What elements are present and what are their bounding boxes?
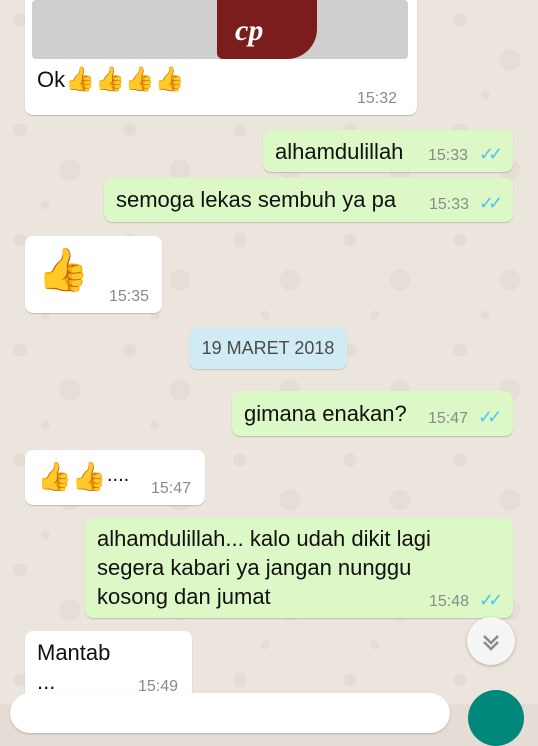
photo-bottle: cp bbox=[217, 0, 317, 59]
date-separator: 19 MARET 2018 bbox=[189, 327, 347, 369]
message-bubble-outgoing[interactable]: alhamdulillah... kalo udah dikit lagi se… bbox=[85, 518, 513, 618]
message-bubble-outgoing[interactable]: gimana enakan? 15:47 ✓✓ bbox=[232, 391, 513, 436]
message-time: 15:32 bbox=[357, 90, 398, 107]
message-bubble-outgoing[interactable]: semoga lekas sembuh ya pa 15:33 ✓✓ bbox=[104, 178, 513, 222]
message-text: Mantab bbox=[37, 640, 111, 665]
message-text: semoga lekas sembuh ya pa bbox=[116, 187, 397, 212]
thumbs-up-emoji: 👍 bbox=[37, 246, 90, 293]
double-check-icon: ✓✓ bbox=[478, 407, 502, 427]
message-bubble-incoming[interactable]: 👍👍 .... 15:47 bbox=[25, 450, 205, 505]
send-button[interactable] bbox=[468, 690, 524, 746]
message-bubble-incoming[interactable]: cp Ok👍👍👍👍 15:32 bbox=[25, 0, 417, 115]
message-text: Ok bbox=[37, 67, 66, 92]
message-text: gimana enakan? bbox=[244, 401, 407, 426]
photo-label-text: cp bbox=[235, 14, 264, 47]
scroll-to-bottom-button[interactable] bbox=[467, 617, 515, 665]
double-check-icon: ✓✓ bbox=[479, 590, 503, 610]
message-bubble-outgoing[interactable]: alhamdulillah 15:33 ✓✓ bbox=[263, 130, 513, 172]
message-photo[interactable]: cp bbox=[32, 0, 408, 59]
thumbs-up-emoji: 👍👍👍👍 bbox=[65, 66, 185, 93]
message-time: 15:35 bbox=[109, 288, 150, 305]
double-check-icon: ✓✓ bbox=[479, 193, 503, 213]
message-time: 15:33 bbox=[428, 147, 469, 164]
message-bubble-incoming[interactable]: 👍 15:35 bbox=[25, 236, 162, 313]
message-time: 15:47 bbox=[151, 480, 192, 497]
message-time: 15:47 bbox=[428, 410, 469, 427]
message-text: alhamdulillah bbox=[275, 139, 404, 164]
message-time: 15:33 bbox=[429, 196, 470, 213]
message-text: ... bbox=[37, 669, 56, 694]
message-time: 15:48 bbox=[429, 593, 470, 610]
message-text-line: segera kabari ya jangan nunggu bbox=[97, 555, 412, 580]
double-check-icon: ✓✓ bbox=[479, 144, 503, 164]
thumbs-up-emoji: 👍👍 bbox=[37, 461, 107, 492]
message-text: .... bbox=[107, 464, 130, 486]
chevron-down-icon bbox=[483, 635, 499, 651]
message-text-line: kosong dan jumat bbox=[97, 584, 271, 609]
message-input[interactable] bbox=[10, 693, 450, 733]
message-text-line: alhamdulillah... kalo udah dikit lagi bbox=[97, 526, 431, 551]
